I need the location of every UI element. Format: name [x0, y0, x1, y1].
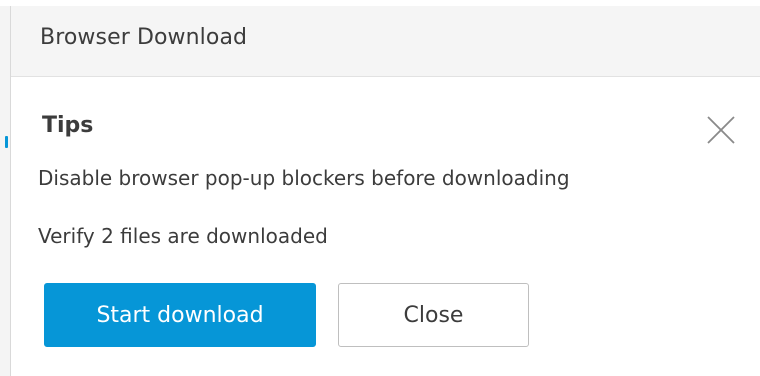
close-icon-graphic — [707, 116, 735, 144]
dialog-title: Browser Download — [40, 25, 248, 50]
start-download-button[interactable]: Start download — [44, 283, 316, 347]
tip-disable-popup-blockers: Disable browser pop-up blockers before d… — [38, 166, 570, 190]
dialog-header: Browser Download — [11, 6, 760, 77]
background-accent-mark — [5, 136, 8, 148]
tip-verify-files: Verify 2 files are downloaded — [38, 224, 328, 248]
close-button[interactable]: Close — [338, 283, 529, 347]
tips-heading: Tips — [42, 113, 94, 138]
browser-download-dialog: Browser Download Tips Disable browser po… — [10, 6, 760, 376]
background-page-edge — [0, 0, 10, 376]
close-icon[interactable] — [701, 110, 741, 150]
